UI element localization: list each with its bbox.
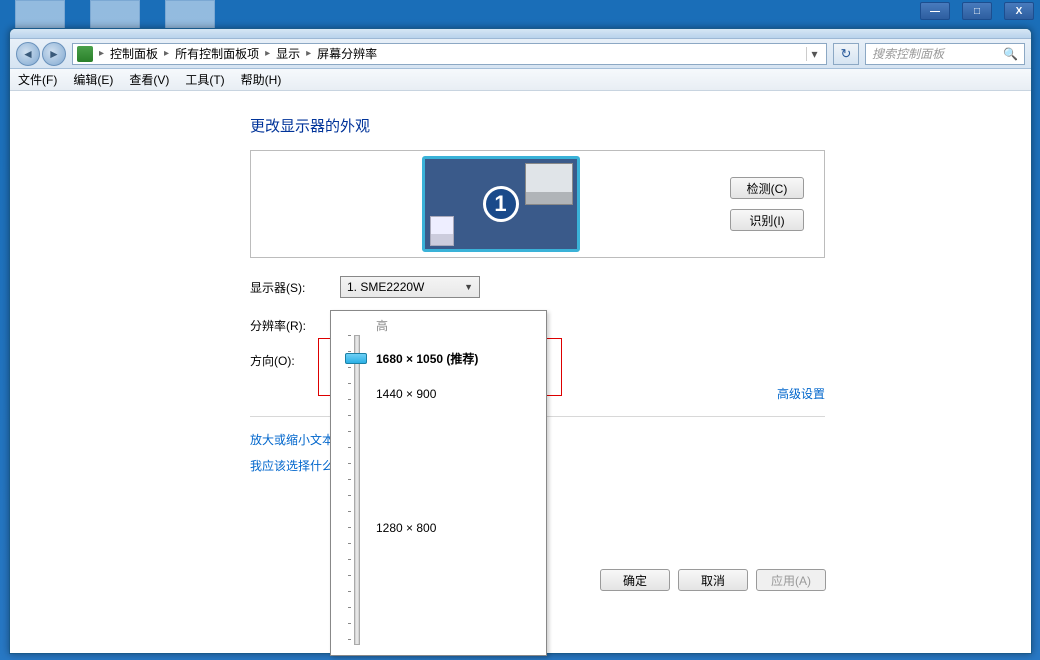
cancel-button[interactable]: 取消 (678, 569, 748, 591)
desktop-icon[interactable] (165, 0, 215, 30)
monitor-number: 1 (483, 186, 519, 222)
maximize-button[interactable]: □ (962, 2, 992, 20)
desktop-icon[interactable] (15, 0, 65, 30)
menubar: 文件(F) 编辑(E) 查看(V) 工具(T) 帮助(H) (10, 69, 1031, 91)
breadcrumb-item[interactable]: 显示 (276, 45, 300, 62)
search-placeholder: 搜索控制面板 (872, 45, 944, 62)
nav-arrows: ◄ ► (16, 42, 66, 66)
slider-track (354, 335, 360, 645)
chevron-down-icon: ▼ (464, 282, 473, 292)
detect-button[interactable]: 检测(C) (730, 177, 804, 199)
monitor-preview-area: 1 (271, 156, 730, 252)
resolution-option[interactable]: 1680 × 1050 (推荐) (376, 350, 536, 367)
high-label: 高 (376, 317, 536, 334)
dialog-buttons: 确定 取消 应用(A) (600, 569, 826, 591)
breadcrumb-sep: ▸ (164, 48, 169, 59)
menu-view[interactable]: 查看(V) (129, 71, 169, 88)
apply-button: 应用(A) (756, 569, 826, 591)
address-dropdown-icon[interactable]: ▾ (806, 47, 822, 61)
ok-button[interactable]: 确定 (600, 569, 670, 591)
menu-edit[interactable]: 编辑(E) (73, 71, 113, 88)
resolution-popup[interactable]: 高 1680 × 1050 (推荐) 1440 × 900 1280 × 800 (330, 310, 547, 656)
control-panel-icon (77, 46, 93, 62)
monitor-side-buttons: 检测(C) 识别(I) (730, 177, 804, 231)
close-button[interactable]: X (1004, 2, 1034, 20)
menu-file[interactable]: 文件(F) (18, 71, 57, 88)
resolution-option[interactable]: 1280 × 800 (376, 521, 536, 535)
back-button[interactable]: ◄ (16, 42, 40, 66)
address-bar[interactable]: ▸ 控制面板 ▸ 所有控制面板项 ▸ 显示 ▸ 屏幕分辨率 ▾ (72, 43, 827, 65)
slider-thumb[interactable] (345, 353, 367, 364)
display-label: 显示器(S): (250, 279, 340, 296)
taskbar-preview-icon (430, 216, 454, 246)
resolution-slider[interactable] (345, 335, 369, 645)
resolution-option[interactable]: 1440 × 900 (376, 387, 536, 401)
page-title: 更改显示器的外观 (250, 115, 981, 136)
breadcrumb-item[interactable]: 屏幕分辨率 (317, 45, 377, 62)
display-value: 1. SME2220W (347, 280, 424, 294)
forward-button[interactable]: ► (42, 42, 66, 66)
refresh-button[interactable]: ↻ (833, 43, 859, 65)
identify-button[interactable]: 识别(I) (730, 209, 804, 231)
display-select[interactable]: 1. SME2220W ▼ (340, 276, 480, 298)
search-icon[interactable]: 🔍 (1003, 47, 1018, 61)
breadcrumb-sep: ▸ (306, 48, 311, 59)
address-row: ◄ ► ▸ 控制面板 ▸ 所有控制面板项 ▸ 显示 ▸ 屏幕分辨率 ▾ ↻ 搜索… (10, 39, 1031, 69)
orientation-label: 方向(O): (250, 352, 340, 369)
minimize-button[interactable]: — (920, 2, 950, 20)
search-input[interactable]: 搜索控制面板 🔍 (865, 43, 1025, 65)
breadcrumb-item[interactable]: 控制面板 (110, 45, 158, 62)
monitor-panel: 1 检测(C) 识别(I) (250, 150, 825, 258)
titlebar[interactable] (10, 29, 1031, 39)
menu-tools[interactable]: 工具(T) (185, 71, 224, 88)
breadcrumb-sep: ▸ (265, 48, 270, 59)
resolution-labels: 高 1680 × 1050 (推荐) 1440 × 900 1280 × 800 (376, 317, 536, 555)
monitor-preview[interactable]: 1 (422, 156, 580, 252)
resolution-label: 分辨率(R): (250, 317, 340, 334)
menu-help[interactable]: 帮助(H) (241, 71, 282, 88)
breadcrumb-item[interactable]: 所有控制面板项 (175, 45, 259, 62)
breadcrumb-sep: ▸ (99, 48, 104, 59)
window-controls-top: — □ X (920, 2, 1034, 20)
display-row: 显示器(S): 1. SME2220W ▼ (250, 276, 981, 298)
desktop-icons (15, 0, 215, 30)
desktop-icon[interactable] (90, 0, 140, 30)
